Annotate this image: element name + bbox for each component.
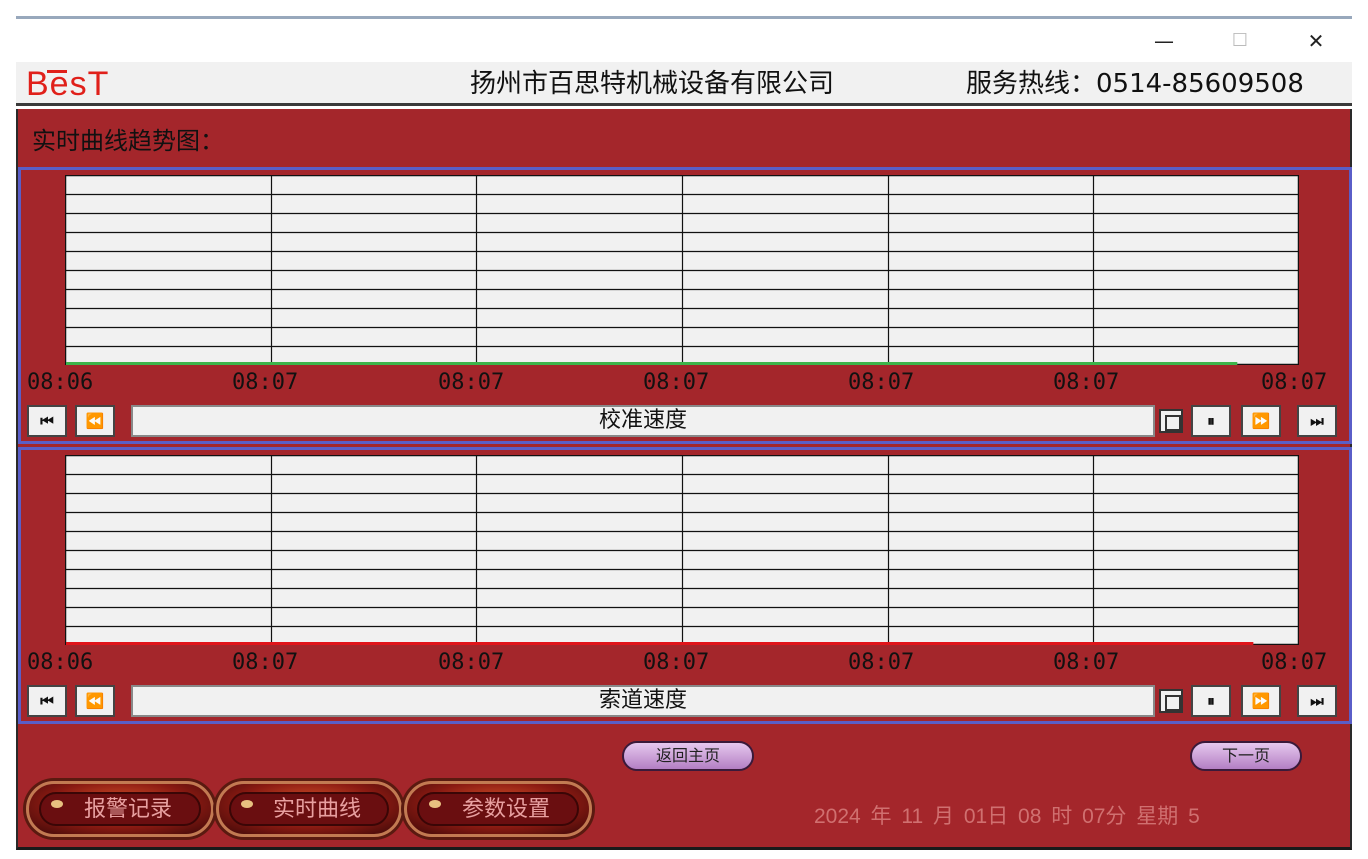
time-tick: 08:07 bbox=[1053, 650, 1120, 675]
time-tick: 08:07 bbox=[232, 650, 299, 675]
time-tick: 08:07 bbox=[1261, 650, 1328, 675]
time-tick: 08:07 bbox=[643, 650, 710, 675]
fast-forward-icon[interactable]: ⏩ bbox=[1241, 405, 1281, 437]
rewind-icon[interactable]: ⏪ bbox=[75, 405, 115, 437]
parameter-settings-button[interactable]: 参数设置 bbox=[404, 781, 592, 837]
trend-label: 索道速度 bbox=[131, 685, 1155, 717]
trend-plot bbox=[65, 175, 1299, 365]
main-panel: 实时曲线趋势图： 08:06 08:07 08:07 08:07 08:07 0… bbox=[16, 109, 1352, 850]
trend-label: 校准速度 bbox=[131, 405, 1155, 437]
trend-panel-calibration-speed: 08:06 08:07 08:07 08:07 08:07 08:07 08:0… bbox=[18, 167, 1352, 444]
time-tick: 08:07 bbox=[1261, 370, 1328, 395]
time-tick: 08:06 bbox=[27, 650, 94, 675]
trend-toolbar: ⏮ ⏪ 索道速度 ⏸ ⏩ ⏭ bbox=[27, 685, 1345, 719]
date-time-display: 2024 年 11 月 01日 08 时 07分 星期 5 bbox=[814, 805, 1200, 828]
next-page-button[interactable]: 下一页 bbox=[1190, 741, 1302, 771]
trend-plot bbox=[65, 455, 1299, 645]
time-tick: 08:07 bbox=[438, 650, 505, 675]
last-page-icon[interactable]: ⏭ bbox=[1297, 685, 1337, 717]
fast-forward-icon[interactable]: ⏩ bbox=[1241, 685, 1281, 717]
trend-panel-ropeway-speed: 08:06 08:07 08:07 08:07 08:07 08:07 08:0… bbox=[18, 447, 1352, 724]
close-button[interactable]: ✕ bbox=[1296, 26, 1336, 56]
title-bar-line bbox=[16, 16, 1352, 19]
time-tick: 08:07 bbox=[232, 370, 299, 395]
minimize-button[interactable]: — bbox=[1144, 26, 1184, 56]
time-tick: 08:07 bbox=[848, 650, 915, 675]
grid-icon[interactable] bbox=[1159, 689, 1183, 713]
app-header: BesT 扬州市百思特机械设备有限公司 服务热线：0514-85609508 bbox=[16, 62, 1352, 106]
alarm-log-label: 报警记录 bbox=[83, 797, 172, 822]
company-logo: BesT bbox=[26, 65, 110, 103]
indicator-light-icon bbox=[241, 800, 253, 808]
first-page-icon[interactable]: ⏮ bbox=[27, 685, 67, 717]
service-hotline: 服务热线：0514-85609508 bbox=[966, 69, 1304, 99]
alarm-log-button[interactable]: 报警记录 bbox=[26, 781, 214, 837]
company-name: 扬州市百思特机械设备有限公司 bbox=[470, 69, 835, 99]
parameter-settings-label: 参数设置 bbox=[461, 797, 550, 822]
trend-toolbar: ⏮ ⏪ 校准速度 ⏸ ⏩ ⏭ bbox=[27, 405, 1345, 439]
time-tick: 08:06 bbox=[27, 370, 94, 395]
realtime-trend-label: 实时曲线 bbox=[272, 797, 361, 822]
time-tick: 08:07 bbox=[438, 370, 505, 395]
indicator-light-icon bbox=[429, 800, 441, 808]
realtime-trend-button[interactable]: 实时曲线 bbox=[216, 781, 402, 837]
indicator-light-icon bbox=[51, 800, 63, 808]
rewind-icon[interactable]: ⏪ bbox=[75, 685, 115, 717]
time-tick: 08:07 bbox=[848, 370, 915, 395]
time-tick: 08:07 bbox=[1053, 370, 1120, 395]
pause-icon[interactable]: ⏸ bbox=[1191, 685, 1231, 717]
page-title: 实时曲线趋势图： bbox=[32, 127, 224, 155]
pause-icon[interactable]: ⏸ bbox=[1191, 405, 1231, 437]
maximize-button[interactable]: ☐ bbox=[1220, 26, 1260, 56]
last-page-icon[interactable]: ⏭ bbox=[1297, 405, 1337, 437]
back-home-button[interactable]: 返回主页 bbox=[622, 741, 754, 771]
first-page-icon[interactable]: ⏮ bbox=[27, 405, 67, 437]
grid-icon[interactable] bbox=[1159, 409, 1183, 433]
time-tick: 08:07 bbox=[643, 370, 710, 395]
